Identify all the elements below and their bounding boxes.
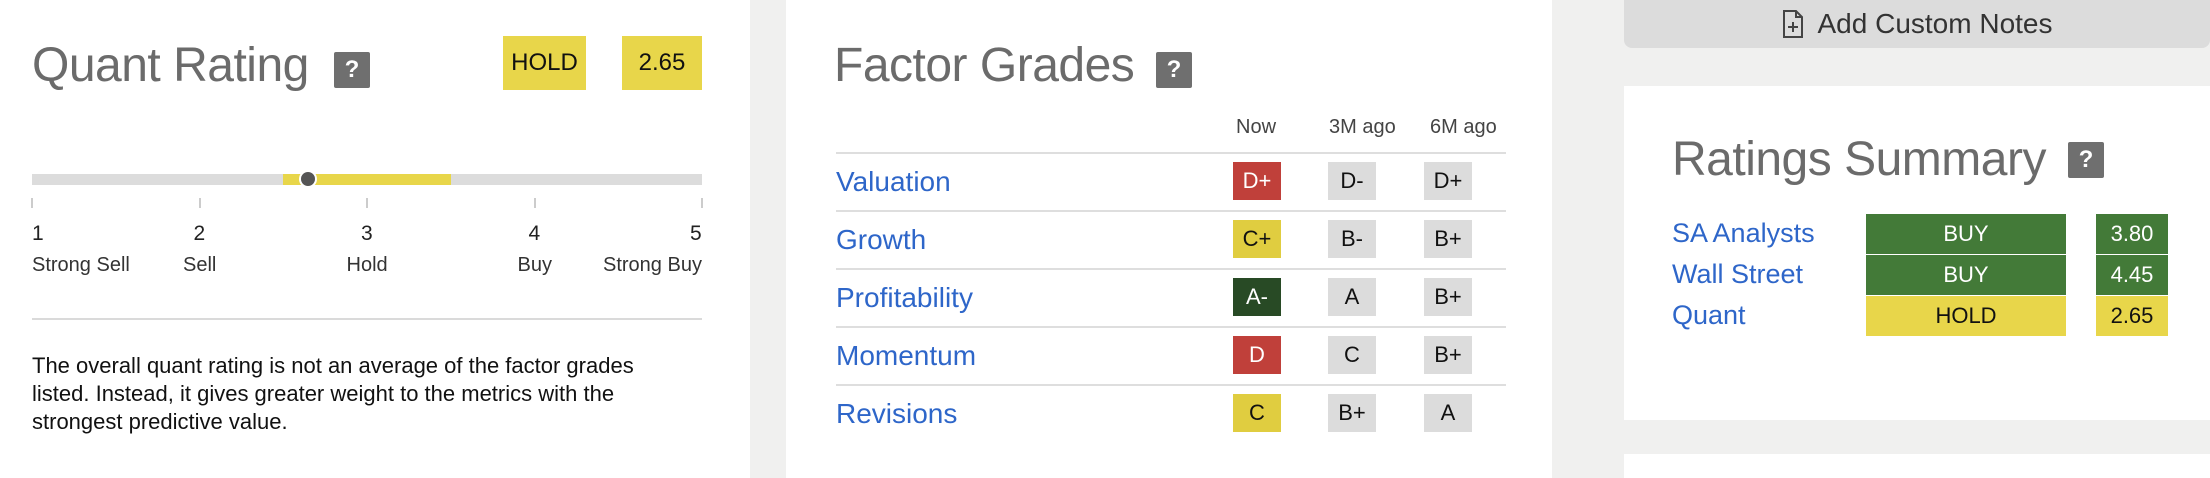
divider bbox=[32, 318, 702, 320]
col-header-3m: 3M ago bbox=[1329, 116, 1396, 138]
scale-tick bbox=[701, 198, 703, 208]
factor-link-valuation[interactable]: Valuation bbox=[836, 166, 951, 198]
quant-help-icon[interactable]: ? bbox=[334, 52, 370, 88]
add-custom-notes-label: Add Custom Notes bbox=[1817, 8, 2053, 39]
scale-tick bbox=[366, 198, 368, 208]
factor-help-icon[interactable]: ? bbox=[1156, 52, 1192, 88]
factor-link-growth[interactable]: Growth bbox=[836, 224, 926, 256]
grade-badge-now: C+ bbox=[1233, 220, 1281, 258]
summary-score: 4.45 bbox=[2096, 255, 2168, 295]
scale-number: 4 bbox=[528, 222, 541, 245]
factor-link-revisions[interactable]: Revisions bbox=[836, 398, 957, 430]
col-header-6m: 6M ago bbox=[1430, 116, 1497, 138]
scale-tick bbox=[31, 198, 33, 208]
grade-badge-m6: B+ bbox=[1424, 278, 1472, 316]
col-header-now: Now bbox=[1236, 116, 1277, 138]
grade-badge-m3: B- bbox=[1328, 220, 1376, 258]
summary-rating-bar: BUY bbox=[1866, 214, 2066, 254]
grade-badge-m6: B+ bbox=[1424, 220, 1472, 258]
scale-number: 3 bbox=[361, 222, 373, 245]
quant-rating-panel: Quant Rating ? HOLD 2.65 1 Strong Sell 2 Se… bbox=[0, 0, 750, 478]
factor-row bbox=[836, 210, 1506, 268]
summary-label[interactable]: SA Analysts bbox=[1672, 218, 1815, 249]
scale-tick bbox=[198, 198, 201, 208]
factor-grades-title: Factor Grades bbox=[834, 39, 1135, 92]
scale-label: Hold bbox=[346, 254, 388, 276]
grade-badge-m3: D- bbox=[1328, 162, 1376, 200]
grade-badge-now: D+ bbox=[1233, 162, 1281, 200]
scale-label: Sell bbox=[183, 254, 217, 276]
ratings-summary-title: Ratings Summary bbox=[1672, 133, 2046, 186]
scale-label: Buy bbox=[517, 254, 552, 276]
grade-badge-m6: B+ bbox=[1424, 336, 1472, 374]
add-note-icon bbox=[1782, 10, 1803, 38]
scale-number: 1 bbox=[32, 222, 44, 245]
summary-label[interactable]: Wall Street bbox=[1672, 259, 1803, 290]
add-custom-notes-button[interactable]: Add Custom Notes bbox=[1624, 0, 2210, 48]
summary-rating-bar: HOLD bbox=[1866, 296, 2066, 336]
scale-label: Strong Sell bbox=[32, 254, 130, 276]
grade-badge-now: A- bbox=[1233, 278, 1281, 316]
next-panel-edge bbox=[1624, 454, 2210, 478]
grade-badge-m3: A bbox=[1328, 278, 1376, 316]
scale-number: 2 bbox=[193, 222, 206, 245]
summary-score: 2.65 bbox=[2096, 296, 2168, 336]
scale-label: Strong Buy bbox=[603, 254, 702, 276]
grade-badge-now: C bbox=[1233, 394, 1281, 432]
grade-badge-m6: D+ bbox=[1424, 162, 1472, 200]
factor-grades-panel: Factor Grades ? Now 3M ago 6M ago Valuat… bbox=[786, 0, 1552, 478]
summary-score: 3.80 bbox=[2096, 214, 2168, 254]
rating-marker bbox=[299, 170, 318, 188]
quant-rating-title: Quant Rating bbox=[32, 39, 309, 92]
scale-tick bbox=[533, 198, 536, 208]
factor-link-profitability[interactable]: Profitability bbox=[836, 282, 973, 314]
grade-badge-m6: A bbox=[1424, 394, 1472, 432]
ratings-summary-panel: Ratings Summary ? SA Analysts BUY 3.80 Wall… bbox=[1624, 86, 2210, 420]
quant-description: The overall quant rating is not an avera… bbox=[32, 353, 634, 434]
summary-rating-bar: BUY bbox=[1866, 255, 2066, 295]
factor-link-momentum[interactable]: Momentum bbox=[836, 340, 976, 372]
grade-badge-m3: B+ bbox=[1328, 394, 1376, 432]
quant-score-badge: 2.65 bbox=[622, 36, 702, 90]
summary-help-icon[interactable]: ? bbox=[2068, 142, 2104, 178]
grade-badge-m3: C bbox=[1328, 336, 1376, 374]
grade-badge-now: D bbox=[1233, 336, 1281, 374]
scale-number: 5 bbox=[690, 222, 702, 245]
summary-label[interactable]: Quant bbox=[1672, 300, 1746, 331]
quant-rating-badge: HOLD bbox=[503, 36, 586, 90]
